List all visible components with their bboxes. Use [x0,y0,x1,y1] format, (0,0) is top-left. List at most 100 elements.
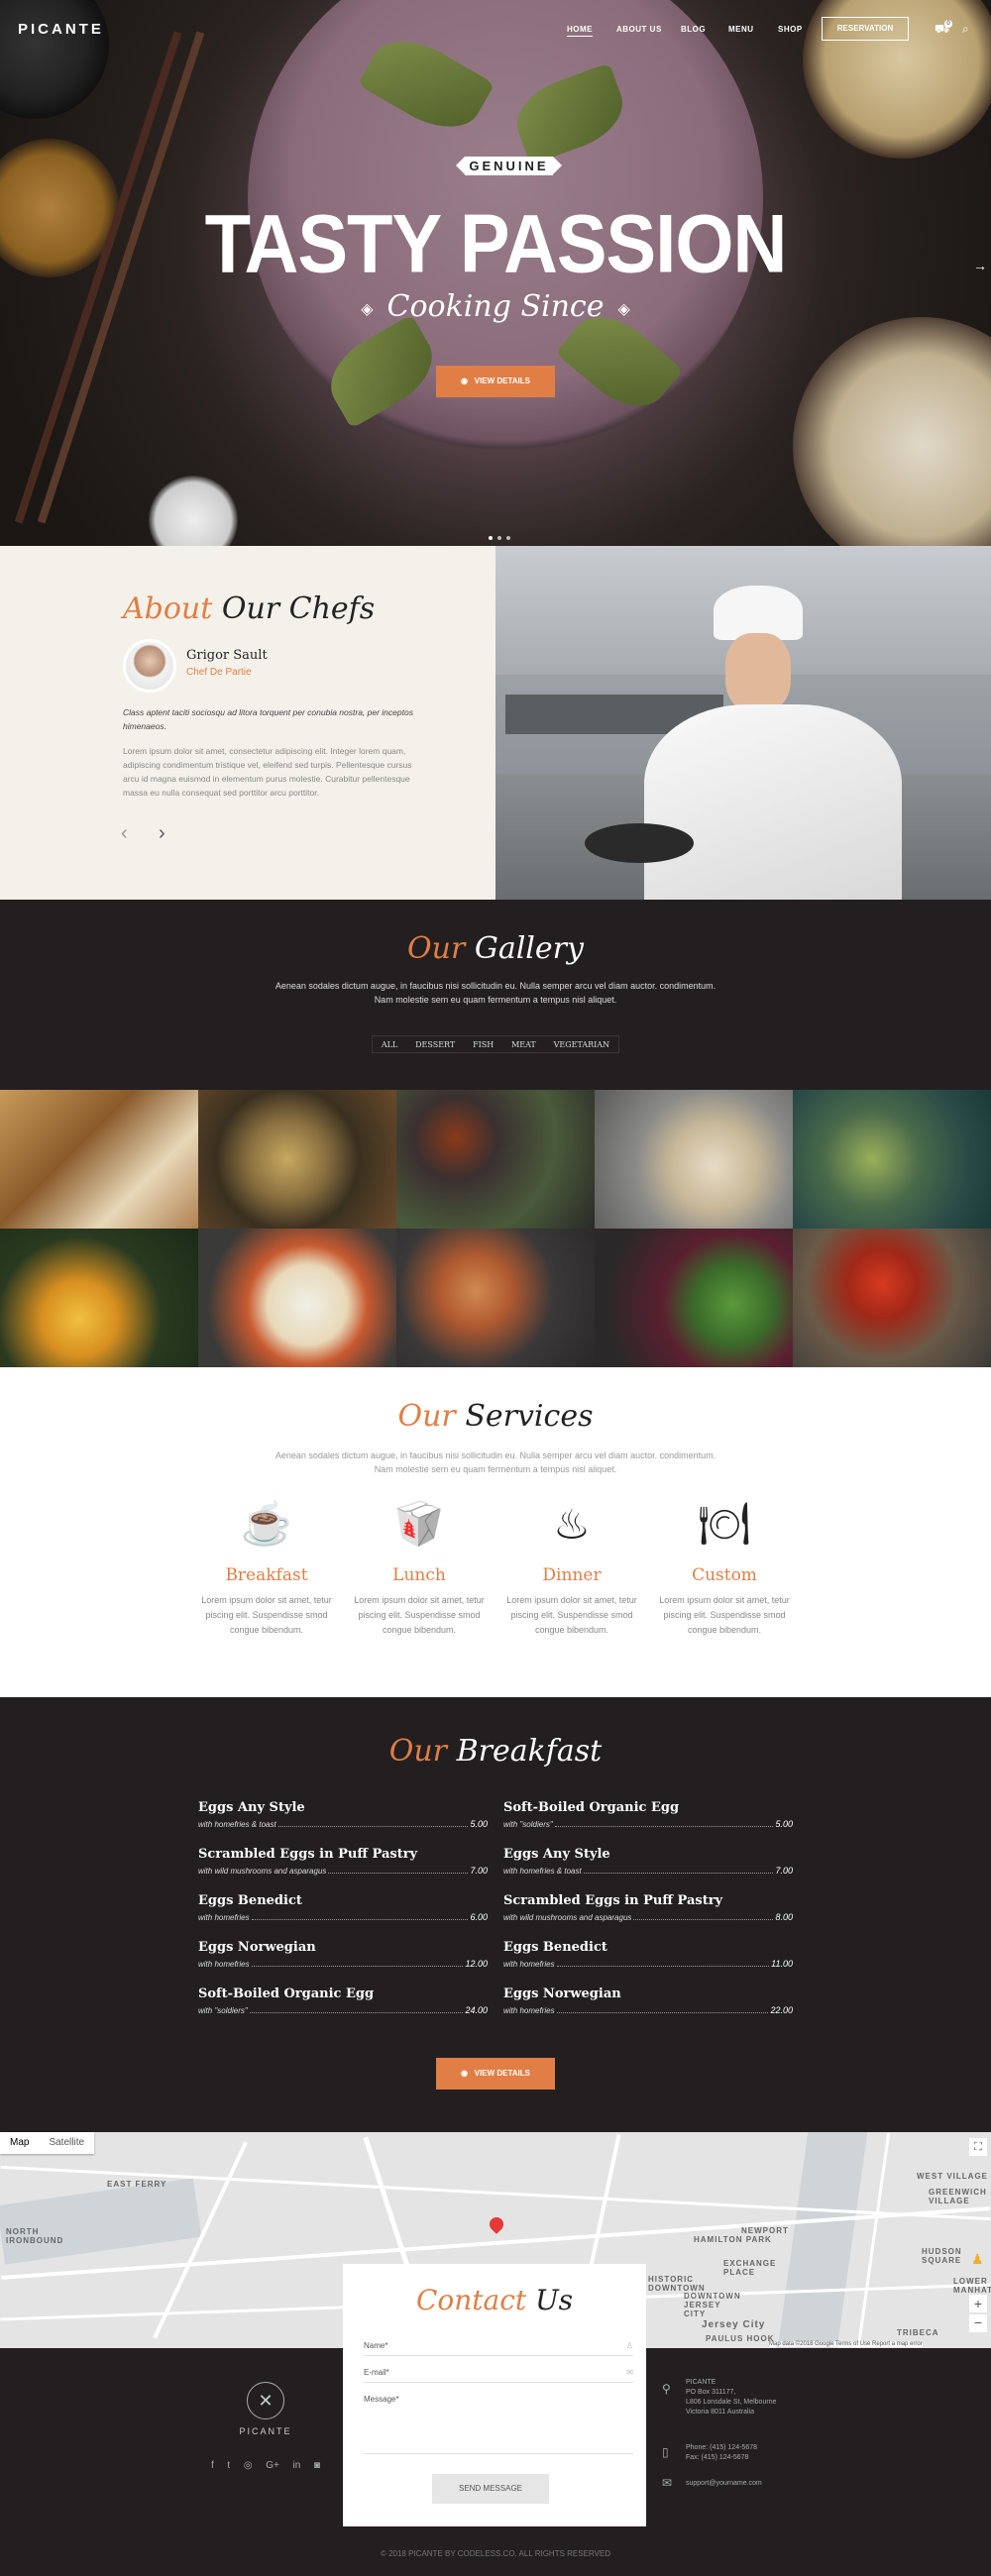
address-line: L806 Lonsdale St, Melbourne [686,2399,777,2406]
gallery-image-tortilla[interactable] [595,1090,793,1229]
map-label: NEWPORT [741,2226,789,2235]
service-text: Lorem ipsum dolor sit amet, tetur piscin… [506,1595,637,1635]
services-title-accent: Our [397,1399,456,1434]
gallery-image-grains[interactable] [198,1090,396,1229]
search-icon[interactable]: ⌕ [962,22,969,37]
chef-role: Chef De Partie [186,667,252,678]
contact-title: Contact Us [343,2284,646,2316]
menu-item-price: 5.00 [775,1819,793,1829]
gallery-image-spices[interactable] [396,1090,595,1229]
email-field[interactable]: E-mail* ✉ [364,2368,633,2383]
email-icon: ✉ [662,2476,673,2490]
menu-item-desc: with homefries & toast [503,1867,582,1876]
menu-item: Soft-Boiled Organic Egg with "soldiers" 5.… [503,1800,793,1836]
gallery-image-greens[interactable] [793,1090,991,1229]
phone-line: Phone: (415) 124-5678 [686,2444,757,2451]
gallery-image-tomatoes[interactable] [793,1229,991,1367]
nav-shop[interactable]: SHOP [778,25,803,34]
map-label: HUDSON SQUARE [922,2247,962,2265]
menu-item: Eggs Benedict with homefries 11.00 [503,1940,793,1976]
menu-item-desc: with "soldiers" [198,2006,248,2015]
about-body-text: Lorem ipsum dolor sit amet, consectetur … [123,746,412,798]
filter-fish[interactable]: FISH [473,1040,494,1049]
menu-item: Scrambled Eggs in Puff Pastry with wild m… [503,1893,793,1929]
hero-section: GENUINE TASTY PASSION ◈ Cooking Since ◈ ◉ … [0,0,991,546]
send-message-button[interactable]: SEND MESSAGE [432,2474,549,2504]
chef-avatar [123,639,176,693]
instagram-icon[interactable]: ◎ [244,2460,253,2471]
menu-title: Our Breakfast [0,1734,991,1769]
chef-photo [496,546,991,900]
gallery-image-bread[interactable] [0,1090,198,1229]
menu-title-accent: Our [388,1734,448,1769]
user-icon: ♙ [625,2341,633,2350]
menu-item-desc: with wild mushrooms and asparagus [198,1867,327,1876]
menu-item-price: 5.00 [470,1819,488,1829]
menu-view-details-button[interactable]: ◉ VIEW DETAILS [436,2058,555,2090]
nav-menu[interactable]: MENU [728,25,754,34]
map-type-tabs: Map Satellite [0,2132,95,2154]
site-logo[interactable]: PICANTE [18,21,104,38]
slider-next-arrow-icon[interactable]: → [973,258,987,273]
pegman-icon[interactable]: ♟ [971,2251,984,2268]
menu-item-desc: with homefries [503,1960,555,1969]
dumpling-bowl-image [793,317,991,546]
location-pin-icon: ⚲ [662,2382,671,2396]
menu-item-desc: with homefries & toast [198,1820,276,1829]
fullscreen-icon[interactable]: ⛶ [969,2138,987,2156]
google-plus-icon[interactable]: G+ [266,2460,279,2471]
hero-subtitle-text: Cooking Since [386,289,605,324]
zoom-in-icon[interactable]: + [969,2295,987,2312]
map-label: DOWNTOWN JERSEY CITY [684,2292,741,2318]
menu-item-desc: with homefries [503,2006,555,2015]
nav-home[interactable]: HOME [567,25,593,37]
menu-item-price: 12.00 [465,1959,488,1969]
map-label: HAMILTON PARK [694,2235,772,2244]
gallery-image-beans[interactable] [595,1229,793,1367]
filter-meat[interactable]: MEAT [511,1040,536,1049]
next-arrow-icon[interactable]: › [159,822,165,845]
filter-dessert[interactable]: DESSERT [415,1040,455,1049]
hero-button-label: VIEW DETAILS [474,376,530,385]
eye-icon: ◉ [461,376,471,385]
slider-dot[interactable] [506,536,510,540]
slider-dot[interactable] [497,536,501,540]
gallery-image-pizza[interactable] [396,1229,595,1367]
twitter-icon[interactable]: t [227,2460,230,2471]
services-title: Our Services [0,1399,991,1434]
service-text: Lorem ipsum dolor sit amet, tetur piscin… [201,1595,332,1635]
footer-email[interactable]: support@yourname.com [686,2479,762,2489]
takeout-box-icon: 🥡 [392,1500,446,1547]
menu-item-price: 11.00 [771,1959,793,1969]
eye-icon: ◉ [461,2069,471,2078]
nav-blog[interactable]: BLOG [681,25,706,34]
hero-view-details-button[interactable]: ◉ VIEW DETAILS [436,366,555,397]
gallery-image-salad[interactable] [198,1229,396,1367]
menu-item-name: Eggs Any Style [198,1800,305,1815]
facebook-icon[interactable]: f [211,2460,214,2471]
menu-item: Eggs Benedict with homefries 6.00 [198,1893,488,1929]
map-tab-map[interactable]: Map [0,2132,39,2154]
skype-icon[interactable]: ◙ [314,2460,320,2471]
contact-title-rest: Us [535,2284,574,2316]
hero-title: TASTY PASSION [204,197,788,291]
address-line: PO Box 311177, [686,2389,736,2396]
map-label: Jersey City [702,2319,766,2330]
map-label: PAULUS HOOK [706,2334,775,2343]
menu-item-desc: with homefries [198,1960,250,1969]
nav-about-us[interactable]: ABOUT US [616,25,662,34]
linkedin-icon[interactable]: in [292,2460,300,2471]
menu-item-name: Soft-Boiled Organic Egg [503,1800,680,1815]
slider-dot[interactable] [489,536,493,540]
message-field[interactable]: Message* [364,2395,633,2454]
reservation-button[interactable]: RESERVATION [822,17,909,41]
map-tab-satellite[interactable]: Satellite [39,2132,94,2154]
filter-all[interactable]: ALL [382,1040,397,1049]
service-name: Lunch [392,1565,446,1585]
zoom-out-icon[interactable]: − [969,2314,987,2332]
gallery-image-lemons[interactable] [0,1229,198,1367]
filter-vegetarian[interactable]: VEGETARIAN [554,1040,609,1049]
prev-arrow-icon[interactable]: ‹ [121,822,128,845]
services-text-2: Nam molestie sem eu quam fermentum a tem… [374,1464,617,1474]
name-field[interactable]: Name* ♙ [364,2341,633,2356]
